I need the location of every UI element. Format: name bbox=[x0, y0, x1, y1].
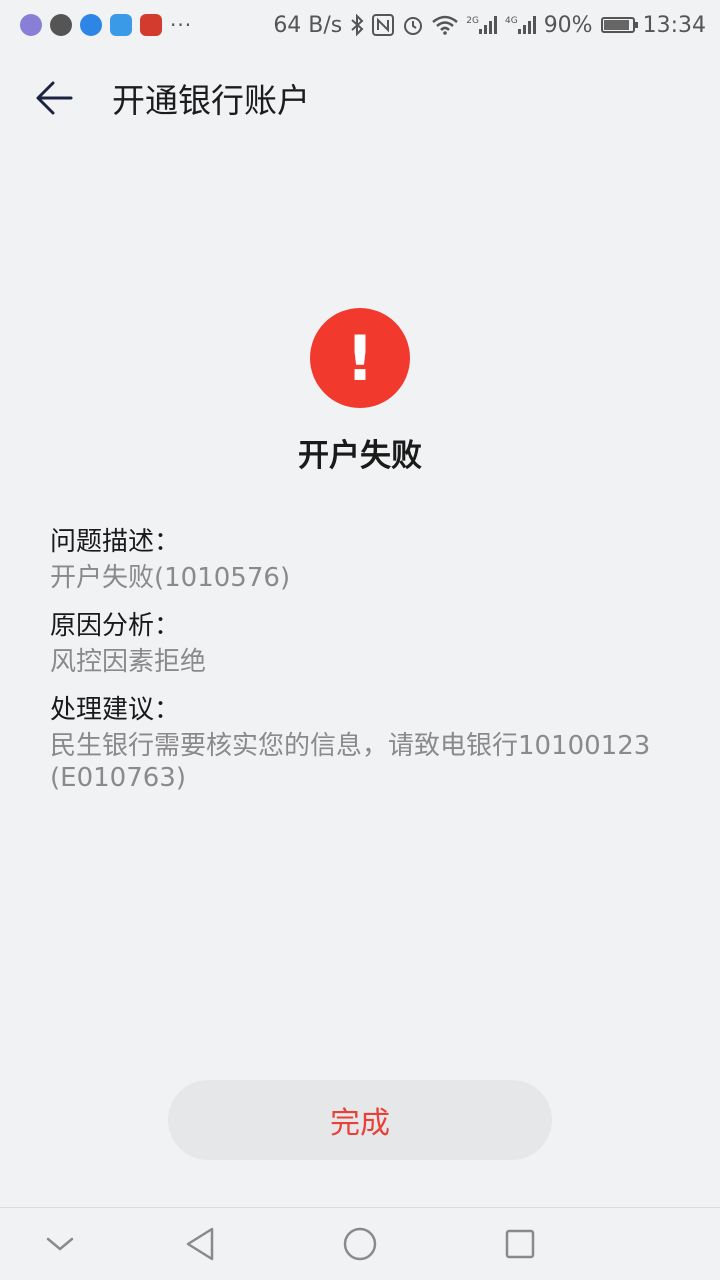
network-type-label: 2G bbox=[466, 16, 479, 26]
error-icon: ! bbox=[310, 308, 410, 408]
result-title: 开户失败 bbox=[298, 438, 422, 474]
clock: 13:34 bbox=[642, 12, 706, 38]
hide-nav-button[interactable] bbox=[40, 1224, 80, 1264]
problem-label: 问题描述： bbox=[50, 527, 181, 557]
back-arrow-icon bbox=[36, 81, 73, 115]
app-toolbar: 开通银行账户 bbox=[0, 50, 720, 146]
signal-icon: 2G bbox=[466, 16, 497, 34]
result-details: 问题描述： 开户失败(1010576) 原因分析： 风控因素拒绝 处理建议： 民… bbox=[50, 526, 670, 810]
app-icon bbox=[110, 14, 132, 36]
app-icon bbox=[140, 14, 162, 36]
zhihu-app-icon bbox=[80, 14, 102, 36]
home-circle-icon bbox=[343, 1227, 377, 1261]
nfc-icon bbox=[372, 14, 395, 36]
wifi-icon bbox=[432, 15, 459, 35]
system-status: 64 B/s 2G 4G 90% 13:34 bbox=[273, 13, 706, 38]
page-title: 开通银行账户 bbox=[112, 81, 310, 120]
recents-square-icon bbox=[505, 1229, 535, 1259]
problem-section: 问题描述： 开户失败(1010576) bbox=[50, 526, 670, 594]
battery-percent: 90% bbox=[543, 12, 593, 38]
message-icon bbox=[50, 14, 72, 36]
advice-section: 处理建议： 民生银行需要核实您的信息，请致电银行10100123(E010763… bbox=[50, 694, 670, 794]
advice-value: 民生银行需要核实您的信息，请致电银行10100123(E010763) bbox=[50, 731, 651, 793]
nav-back-button[interactable] bbox=[180, 1224, 220, 1264]
network-type-label: 4G bbox=[504, 16, 518, 26]
reason-label: 原因分析： bbox=[50, 611, 181, 641]
bluetooth-icon bbox=[350, 14, 364, 36]
done-button[interactable]: 完成 bbox=[168, 1080, 552, 1160]
battery-icon bbox=[600, 17, 638, 33]
nav-home-button[interactable] bbox=[340, 1224, 380, 1264]
back-button[interactable] bbox=[18, 61, 92, 135]
app-icon bbox=[20, 14, 42, 36]
signal-icon: 4G bbox=[505, 16, 536, 34]
alarm-icon bbox=[402, 14, 424, 36]
reason-value: 风控因素拒绝 bbox=[50, 647, 207, 677]
system-nav-bar bbox=[0, 1207, 720, 1280]
advice-label: 处理建议： bbox=[50, 695, 181, 725]
nav-recents-button[interactable] bbox=[500, 1224, 540, 1264]
reason-section: 原因分析： 风控因素拒绝 bbox=[50, 610, 670, 678]
notification-icons: ··· bbox=[20, 13, 192, 37]
status-bar: ··· 64 B/s 2G 4G 90% 13:34 bbox=[0, 0, 720, 50]
problem-value: 开户失败(1010576) bbox=[50, 563, 291, 593]
network-speed: 64 B/s bbox=[273, 12, 343, 38]
chevron-down-icon bbox=[46, 1237, 74, 1251]
more-notifications-icon: ··· bbox=[170, 13, 193, 37]
back-triangle-icon bbox=[186, 1227, 214, 1261]
